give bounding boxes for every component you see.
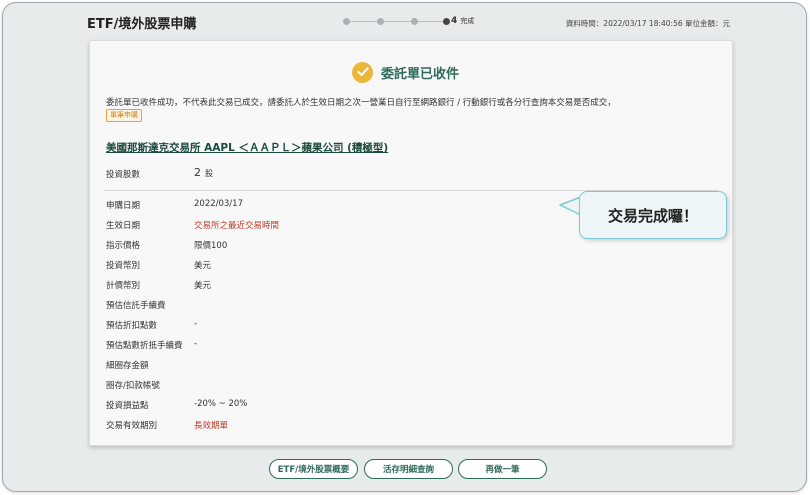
detail-label: 預估信託手續費	[106, 301, 166, 311]
step-dot-1	[343, 18, 350, 25]
shares-unit: 股	[205, 169, 213, 178]
shares-value-group: 2股	[194, 166, 213, 179]
check-icon	[352, 61, 373, 83]
current-step: 4 完成	[451, 16, 474, 26]
step-dot-4	[443, 18, 450, 25]
result-card: 委託單已收件 委託單已收件成功，不代表此交易已成交，請委託人於生效日期之次一營業…	[89, 40, 733, 446]
stepper-line	[347, 21, 447, 22]
detail-label: 細圈存金額	[106, 361, 149, 371]
detail-value: 美元	[194, 281, 212, 291]
step-label: 完成	[460, 17, 475, 25]
etf-overview-button[interactable]: ETF/境外股票概要	[269, 459, 358, 479]
action-bar: ETF/境外股票概要 活存明細查詢 再做一筆	[3, 459, 806, 481]
status-title: 委託單已收件	[381, 66, 460, 82]
order-type-tag: 單筆申購	[106, 109, 142, 122]
detail-label: 申購日期	[106, 201, 141, 211]
step-number: 4	[451, 16, 458, 26]
stock-link[interactable]: 美國那斯達克交易所 AAPL ＜ＡＡＰＬ＞蘋果公司 (積極型)	[106, 140, 388, 155]
detail-value: -	[194, 339, 198, 349]
page-title: ETF/境外股票申購	[87, 17, 197, 32]
detail-label: 交易有效期別	[106, 421, 158, 431]
detail-value: 2022/03/17	[194, 199, 243, 209]
detail-value: -	[194, 319, 198, 329]
progress-stepper: 4 完成	[343, 15, 483, 29]
notice-text: 委託單已收件成功，不代表此交易已成交，請委託人於生效日期之次一營業日自行至網路銀…	[106, 98, 616, 108]
detail-value: 長效期單	[194, 421, 229, 431]
detail-value: -20% ~ 20%	[194, 399, 248, 409]
detail-value: 美元	[194, 261, 212, 271]
data-timestamp: 資料時間：2022/03/17 18:40:56 單位金額：元	[565, 19, 730, 28]
detail-label: 預估折扣點數	[106, 321, 158, 331]
detail-label: 生效日期	[106, 221, 141, 231]
step-dot-2	[377, 18, 384, 25]
account-query-button[interactable]: 活存明細查詢	[364, 459, 453, 479]
shares-value: 2	[194, 166, 201, 179]
detail-label: 預估點數折抵手續費	[106, 341, 183, 351]
app-frame: ETF/境外股票申購 4 完成 資料時間：2022/03/17 18:40:56 …	[2, 2, 807, 492]
new-order-button[interactable]: 再做一筆	[458, 459, 547, 479]
step-dot-3	[411, 18, 418, 25]
detail-value: 限價100	[194, 241, 228, 251]
callout-text: 交易完成囉！	[607, 206, 698, 225]
detail-label: 圈存/扣款帳號	[106, 381, 160, 391]
completion-callout: 交易完成囉！	[579, 191, 727, 239]
detail-value: 交易所之最近交易時間	[194, 221, 280, 231]
detail-label: 計價幣別	[106, 281, 141, 291]
detail-label: 投資幣別	[106, 261, 141, 271]
shares-row: 投資股數 2股	[106, 166, 213, 180]
shares-label: 投資股數	[106, 170, 141, 180]
detail-label: 指示價格	[106, 241, 141, 251]
detail-label: 投資損益點	[106, 401, 149, 411]
status-header: 委託單已收件	[352, 61, 459, 83]
